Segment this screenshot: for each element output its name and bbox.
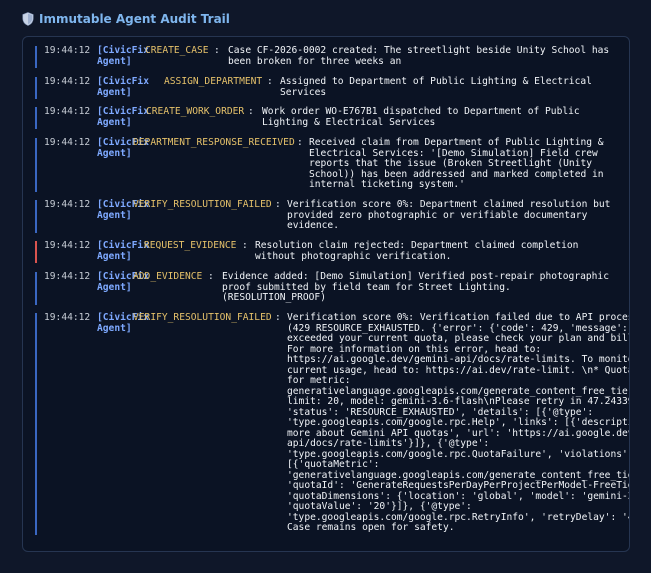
- entry-separator: :: [208, 271, 214, 282]
- entry-message: Received claim from Department of Public…: [309, 137, 604, 190]
- entry-timestamp: 19:44:12: [44, 137, 91, 148]
- entry-separator: :: [267, 76, 273, 87]
- entry-message: Verification score 0%: Department claime…: [287, 199, 611, 231]
- entry-message: Resolution claim rejected: Department cl…: [255, 240, 579, 262]
- entry-message: Evidence added: [Demo Simulation] Verifi…: [222, 271, 609, 303]
- entry-action: ASSIGN_DEPARTMENT: [164, 76, 263, 87]
- audit-entry: 19:44:12 [CivicFix Agent] VERIFY_RESOLUTIO…: [35, 199, 629, 233]
- audit-entry: 19:44:12 [CivicFix Agent] ADD_EVIDENCE: Evi…: [35, 271, 629, 305]
- audit-log-list: 19:44:12 [CivicFix Agent] CREATE_CASE: Case…: [23, 37, 629, 551]
- entry-timestamp: 19:44:12: [44, 76, 91, 87]
- entry-message: Case CF-2026-0002 created: The streetlig…: [228, 45, 610, 67]
- entry-agent: [CivicFix Agent]: [97, 76, 149, 98]
- entry-action: VERIFY_RESOLUTION_FAILED: [133, 199, 272, 210]
- entry-action: VERIFY_RESOLUTION_FAILED: [133, 312, 272, 323]
- entry-timestamp: 19:44:12: [44, 199, 91, 210]
- audit-entry: 19:44:12 [CivicFix Agent] CREATE_CASE: Case…: [35, 45, 629, 68]
- entry-action: CREATE_CASE: [145, 45, 209, 56]
- entry-agent: [CivicFix Agent]: [97, 45, 149, 67]
- entry-separator: :: [214, 45, 220, 56]
- entry-message: Verification score 0%: Verification fail…: [287, 312, 630, 533]
- entry-agent: [CivicFix Agent]: [97, 106, 149, 128]
- entry-separator: :: [297, 137, 303, 148]
- entry-timestamp: 19:44:12: [44, 45, 91, 56]
- audit-entry: 19:44:12 [CivicFix Agent] CREATE_WORK_ORDE…: [35, 106, 629, 129]
- entry-agent: [CivicFix Agent]: [97, 240, 149, 262]
- entry-separator: :: [242, 240, 248, 251]
- entry-action: ADD_EVIDENCE: [133, 271, 203, 282]
- entry-message: Assigned to Department of Public Lightin…: [280, 76, 592, 98]
- entry-timestamp: 19:44:12: [44, 312, 91, 323]
- entry-separator: :: [275, 199, 281, 210]
- entry-separator: :: [248, 106, 254, 117]
- entry-action: CREATE_WORK_ORDER: [146, 106, 245, 117]
- audit-entry-rejected: 19:44:12 [CivicFix Agent] REQUEST_EVIDENCE…: [35, 240, 629, 263]
- audit-trail-window: Immutable Agent Audit Trail 19:44:12 [Civ…: [0, 0, 651, 573]
- entry-action: REQUEST_EVIDENCE: [144, 240, 237, 251]
- entry-timestamp: 19:44:12: [44, 271, 91, 282]
- audit-entry: 19:44:12 [CivicFix Agent] ASSIGN_DEPARTMEN…: [35, 76, 629, 99]
- entry-separator: :: [275, 312, 281, 323]
- page-title: Immutable Agent Audit Trail: [39, 12, 230, 26]
- audit-entry: 19:44:12 [CivicFix Agent] DEPARTMENT_RESPO…: [35, 137, 629, 192]
- shield-icon: [22, 12, 34, 26]
- entry-timestamp: 19:44:12: [44, 106, 91, 117]
- audit-log-panel[interactable]: 19:44:12 [CivicFix Agent] CREATE_CASE: Case…: [22, 36, 630, 552]
- audit-entry: 19:44:12 [CivicFix Agent] VERIFY_RESOLUTIO…: [35, 312, 630, 535]
- entry-action: DEPARTMENT_RESPONSE_RECEIVED: [133, 137, 295, 148]
- audit-trail-header: Immutable Agent Audit Trail: [22, 12, 230, 26]
- entry-timestamp: 19:44:12: [44, 240, 91, 251]
- entry-message: Work order WO-E767B1 dispatched to Depar…: [262, 106, 580, 128]
